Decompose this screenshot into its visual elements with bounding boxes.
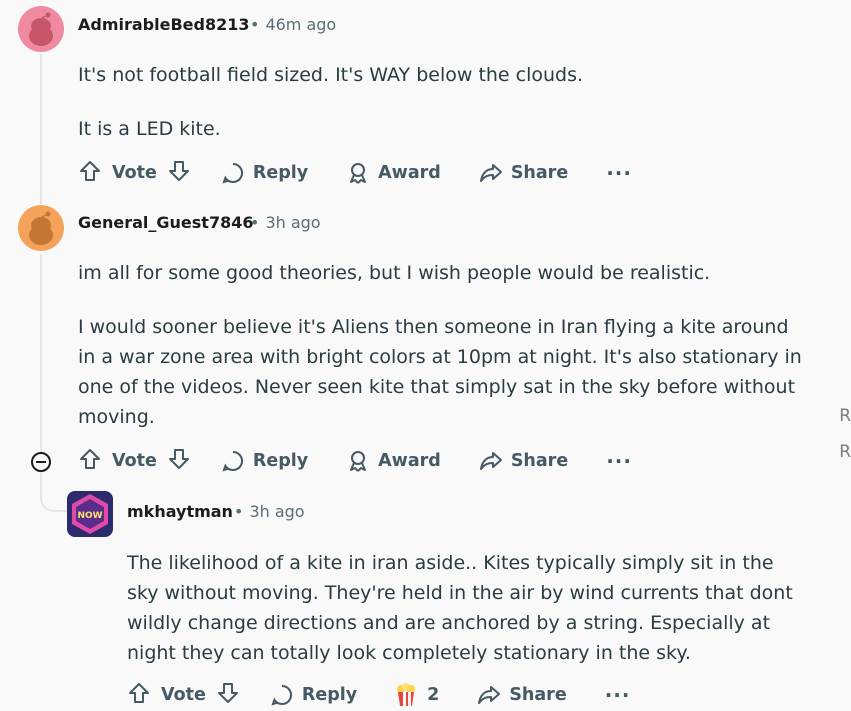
comment-timestamp[interactable]: 3h ago — [249, 502, 304, 521]
vote-label: Vote — [161, 685, 206, 705]
comment-body: The likelihood of a kite in iran aside..… — [127, 548, 807, 668]
cropped-sidebar-text: R — [839, 406, 851, 426]
award-button[interactable]: Award — [346, 449, 441, 473]
reply-button[interactable]: Reply — [270, 683, 357, 707]
comment-meta: • 3h ago — [250, 213, 321, 232]
award-icon — [350, 451, 367, 472]
reply-connector — [40, 470, 68, 512]
share-label: Share — [510, 451, 569, 471]
reply-icon — [271, 684, 292, 706]
share-icon — [479, 452, 502, 470]
comment-timestamp[interactable]: 3h ago — [265, 213, 320, 232]
comment-paragraph: im all for some good theories, but I wis… — [78, 262, 711, 284]
comment-author[interactable]: General_Guest7846 — [78, 213, 253, 232]
downvote-icon[interactable] — [216, 681, 240, 710]
vote-label: Vote — [112, 163, 157, 183]
award-label: Award — [378, 451, 441, 471]
popcorn-award-icon — [397, 683, 416, 706]
award-button[interactable]: Award — [346, 161, 441, 185]
comment-author[interactable]: mkhaytman — [127, 502, 233, 521]
collapse-thread-button[interactable] — [31, 452, 51, 472]
more-options-button[interactable]: ··· — [606, 449, 632, 473]
upvote-icon[interactable] — [78, 447, 102, 476]
svg-text:NOW: NOW — [77, 511, 102, 521]
comment-paragraph: I would sooner believe it's Aliens then … — [78, 316, 802, 428]
reply-icon — [222, 450, 243, 472]
comment-paragraph: It is a LED kite. — [78, 118, 221, 140]
award-count: 2 — [427, 685, 440, 705]
snoo-avatar-icon — [29, 12, 53, 46]
vote-group: Vote — [78, 447, 191, 476]
avatar[interactable] — [18, 205, 64, 251]
cropped-sidebar-text: R — [839, 442, 851, 462]
award-icon — [350, 163, 367, 184]
comment-author[interactable]: AdmirableBed8213 — [78, 15, 250, 34]
snoo-avatar-icon — [29, 211, 53, 245]
comment-meta: • 46m ago — [250, 15, 337, 34]
reply-button[interactable]: Reply — [221, 449, 308, 473]
downvote-icon[interactable] — [167, 447, 191, 476]
award-label: Award — [378, 163, 441, 183]
share-label: Share — [510, 163, 569, 183]
upvote-icon[interactable] — [78, 159, 102, 188]
comment-timestamp[interactable]: 46m ago — [265, 15, 336, 34]
reply-label: Reply — [252, 163, 309, 183]
comment-actions: Vote Reply 2 Share ··· — [127, 679, 630, 711]
comment-paragraph: It's not football field sized. It's WAY … — [78, 64, 584, 86]
comment-actions: Vote Reply Award Share ··· — [78, 157, 632, 189]
badge-avatar-icon: NOW — [72, 494, 108, 534]
avatar[interactable]: NOW — [67, 491, 113, 537]
comment-body: It's not football field sized. It's WAY … — [78, 60, 818, 144]
share-label: Share — [509, 685, 567, 705]
thread-line-2 — [40, 254, 42, 454]
upvote-icon[interactable] — [127, 681, 151, 710]
award-button[interactable]: 2 — [393, 682, 439, 708]
reply-button[interactable]: Reply — [221, 161, 308, 185]
comment-actions: Vote Reply Award Share ··· — [78, 445, 632, 477]
comment-meta: • 3h ago — [234, 502, 305, 521]
comment-body: im all for some good theories, but I wis… — [78, 258, 808, 432]
reply-label: Reply — [301, 685, 358, 705]
downvote-icon[interactable] — [167, 159, 191, 188]
more-options-button[interactable]: ··· — [606, 161, 632, 185]
vote-group: Vote — [127, 681, 240, 710]
share-button[interactable]: Share — [477, 683, 567, 707]
share-button[interactable]: Share — [479, 449, 568, 473]
more-options-button[interactable]: ··· — [605, 683, 631, 707]
share-icon — [479, 164, 502, 182]
reply-icon — [222, 162, 243, 184]
avatar[interactable] — [18, 6, 64, 52]
share-button[interactable]: Share — [479, 161, 568, 185]
reply-label: Reply — [252, 451, 309, 471]
vote-label: Vote — [112, 451, 157, 471]
share-icon — [478, 686, 501, 704]
thread-line-1 — [40, 54, 42, 204]
vote-group: Vote — [78, 159, 191, 188]
comment-paragraph: The likelihood of a kite in iran aside..… — [127, 552, 793, 664]
